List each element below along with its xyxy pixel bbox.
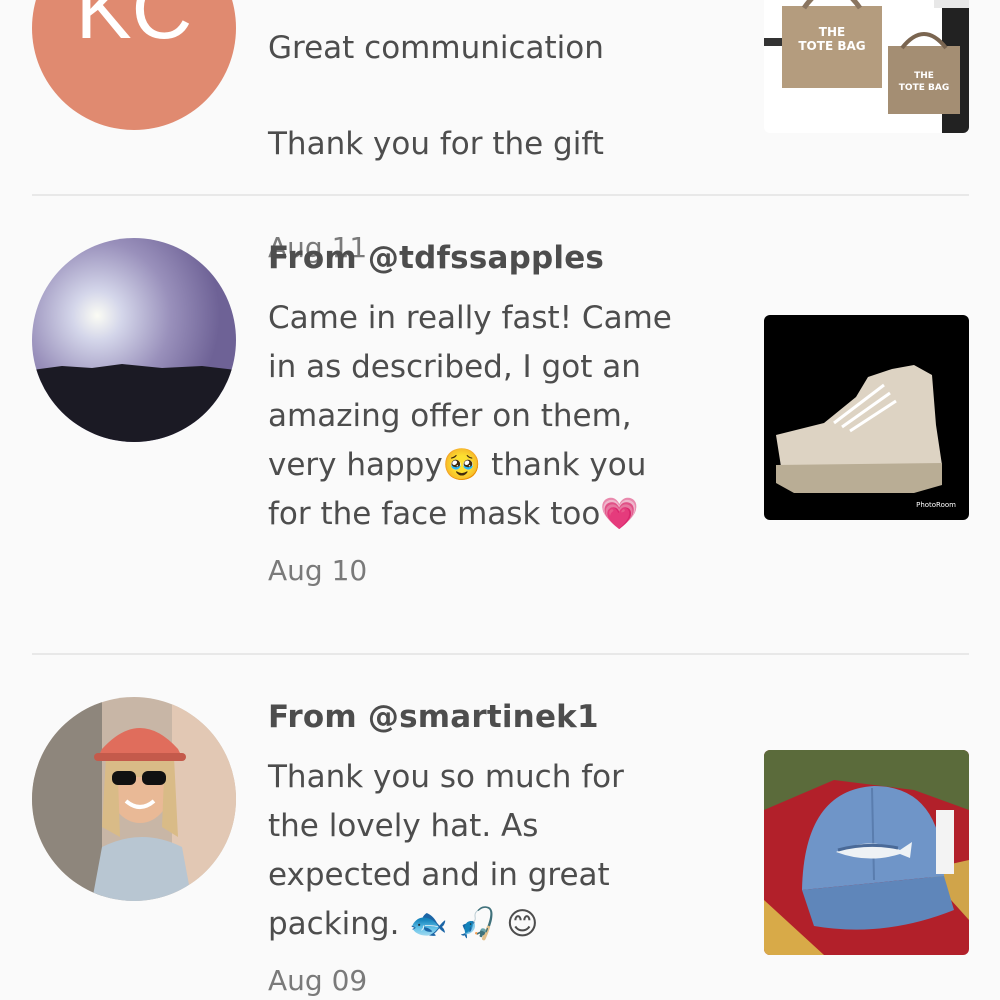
review-author[interactable]: From @smartinek1 [268,697,728,737]
item-thumbnail[interactable] [764,750,969,955]
review-date: Aug 09 [268,964,368,997]
item-thumbnail[interactable]: PhotoRoom [764,315,969,520]
svg-text:TOTE BAG: TOTE BAG [899,83,949,93]
avatar[interactable] [32,238,236,442]
divider [32,194,969,196]
review-author[interactable]: From @tdfssapples [268,238,728,278]
item-thumbnail[interactable]: THE TOTE BAG THE TOTE BAG [764,0,969,133]
reviews-feed: KC Great communication Thank you for the… [0,0,1000,1000]
review-text: Came in really fast! Came in as describe… [268,300,672,532]
avatar[interactable]: KC [32,0,236,130]
avatar-initials: KC [76,0,193,56]
svg-text:TOTE BAG: TOTE BAG [798,39,865,53]
review-date: Aug 10 [268,554,368,587]
avatar[interactable] [32,697,236,901]
divider [32,653,969,655]
review-text-line: Thank you for the gift [268,126,604,162]
svg-text:PhotoRoom: PhotoRoom [916,501,956,509]
svg-text:THE: THE [819,25,845,39]
svg-text:THE: THE [914,71,934,81]
review-text: Thank you so much for the lovely hat. As… [268,759,624,942]
review-text-line: Great communication [268,30,604,66]
